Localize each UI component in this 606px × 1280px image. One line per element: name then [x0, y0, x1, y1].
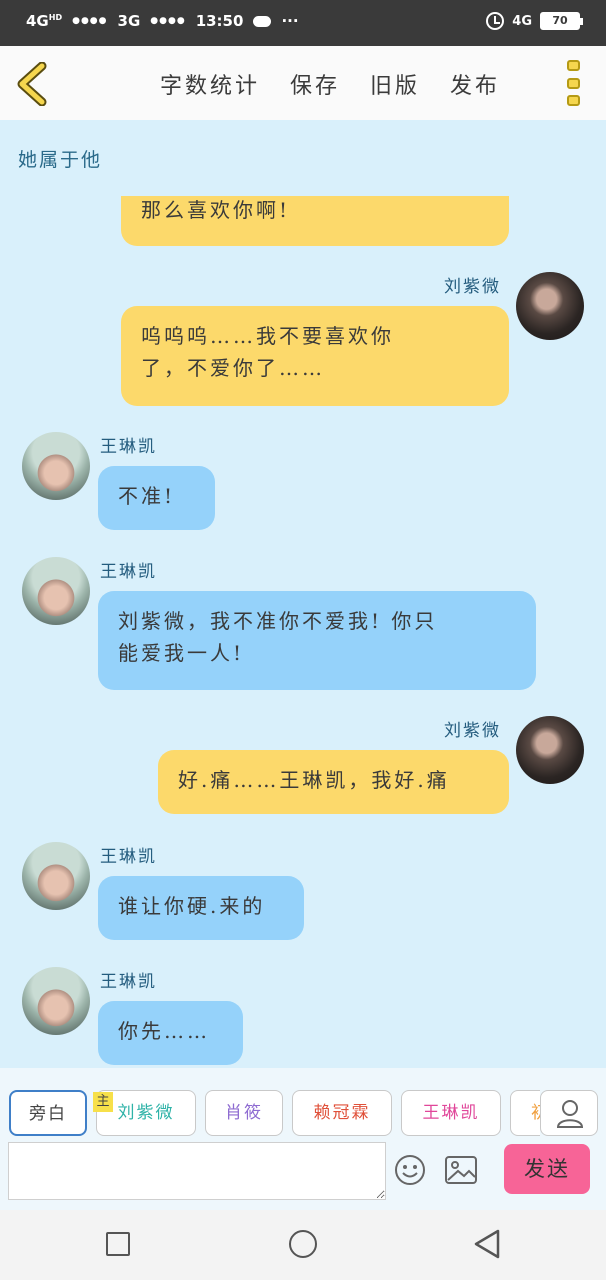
role-chip-partial[interactable]: 初	[510, 1090, 540, 1136]
avatar[interactable]	[22, 432, 90, 500]
input-area: 旁白 刘紫微 肖筱 赖冠霖 王琳凯 初 主 发送	[0, 1068, 606, 1210]
emoji-icon[interactable]	[394, 1154, 426, 1186]
publish-button[interactable]: 发布	[450, 68, 500, 100]
toolbar-actions: 字数统计 保存 旧版 发布	[160, 68, 500, 100]
save-button[interactable]: 保存	[290, 68, 340, 100]
send-button[interactable]: 发送	[504, 1144, 590, 1194]
message-bubble[interactable]: 不准!	[98, 466, 215, 530]
alarm-icon	[486, 12, 505, 30]
speaker-name: 刘紫微	[444, 277, 501, 297]
home-icon[interactable]	[289, 1230, 317, 1258]
more-notifications: ···	[281, 12, 299, 30]
role-selector: 旁白 刘紫微 肖筱 赖冠霖 王琳凯 初	[0, 1090, 540, 1136]
person-icon	[556, 1100, 584, 1128]
word-count-button[interactable]: 字数统计	[160, 68, 260, 100]
message-bubble[interactable]: 你先……	[98, 1001, 243, 1065]
story-title-bar: 她属于他	[0, 120, 606, 196]
network-indicator-1: 4GHD	[26, 12, 63, 30]
network-indicator-2: 3G	[117, 12, 141, 30]
status-bar: 4GHD ●●●● 3G ●●●● 13:50 ··· 4G 70	[0, 0, 606, 46]
signal-dots-icon-2: ●●●●	[150, 16, 186, 26]
add-role-button[interactable]	[540, 1090, 598, 1136]
message-text: 能爱我一人!	[118, 641, 245, 665]
recent-apps-icon[interactable]	[106, 1232, 130, 1256]
message-text: 不准!	[118, 484, 176, 508]
signal-dots-icon: ●●●●	[72, 16, 108, 26]
role-chip-laiguanlin[interactable]: 赖冠霖	[292, 1090, 392, 1136]
nav-back-icon[interactable]	[472, 1228, 502, 1260]
speaker-name: 王琳凯	[100, 437, 157, 457]
message-text: 刘紫微，我不准你不爱我! 你只	[118, 609, 438, 633]
speaker-name: 王琳凯	[100, 562, 157, 582]
message-input[interactable]	[8, 1142, 386, 1200]
story-title[interactable]: 她属于他	[18, 145, 102, 172]
avatar[interactable]	[516, 272, 584, 340]
back-arrow-icon[interactable]	[14, 61, 54, 107]
top-toolbar: 字数统计 保存 旧版 发布	[0, 46, 606, 120]
avatar[interactable]	[22, 557, 90, 625]
chat-area[interactable]: 那么喜欢你啊! 刘紫微 呜呜呜……我不要喜欢你 了，不爱你了…… 王琳凯 不准!…	[0, 196, 606, 1068]
network-indicator-right: 4G	[512, 13, 532, 29]
status-right: 4G 70	[486, 12, 583, 30]
speaker-name: 王琳凯	[100, 847, 157, 867]
speaker-name: 刘紫微	[444, 721, 501, 741]
host-tag-badge: 主	[93, 1092, 113, 1112]
speaker-name: 王琳凯	[100, 972, 157, 992]
avatar[interactable]	[516, 716, 584, 784]
avatar[interactable]	[22, 842, 90, 910]
clock: 13:50	[195, 12, 244, 30]
system-nav-bar	[0, 1210, 606, 1280]
status-left: 4GHD ●●●● 3G ●●●● 13:50 ···	[26, 12, 299, 30]
message-text: 你先……	[118, 1019, 210, 1043]
message-bubble[interactable]: 谁让你硬.来的	[98, 876, 304, 940]
message-bubble[interactable]: 刘紫微，我不准你不爱我! 你只 能爱我一人!	[98, 591, 536, 690]
message-text: 谁让你硬.来的	[118, 894, 266, 918]
old-version-button[interactable]: 旧版	[370, 68, 420, 100]
cloud-icon	[253, 15, 272, 27]
battery-icon: 70	[540, 12, 583, 30]
more-menu-icon[interactable]	[567, 60, 581, 106]
image-icon[interactable]	[444, 1155, 478, 1185]
message-bubble[interactable]: 好.痛……王琳凯，我好.痛	[158, 750, 509, 814]
message-text: 那么喜欢你啊!	[141, 198, 291, 222]
message-text: 了，不爱你了……	[141, 356, 325, 380]
role-chip-narrator[interactable]: 旁白	[9, 1090, 87, 1136]
message-text: 呜呜呜……我不要喜欢你	[141, 324, 394, 348]
role-chip-wanglinkai[interactable]: 王琳凯	[401, 1090, 501, 1136]
avatar[interactable]	[22, 967, 90, 1035]
message-bubble[interactable]: 呜呜呜……我不要喜欢你 了，不爱你了……	[121, 306, 509, 406]
message-bubble[interactable]: 那么喜欢你啊!	[121, 196, 509, 246]
message-text: 好.痛……王琳凯，我好.痛	[178, 768, 450, 792]
role-chip-xiaoxiao[interactable]: 肖筱	[205, 1090, 283, 1136]
